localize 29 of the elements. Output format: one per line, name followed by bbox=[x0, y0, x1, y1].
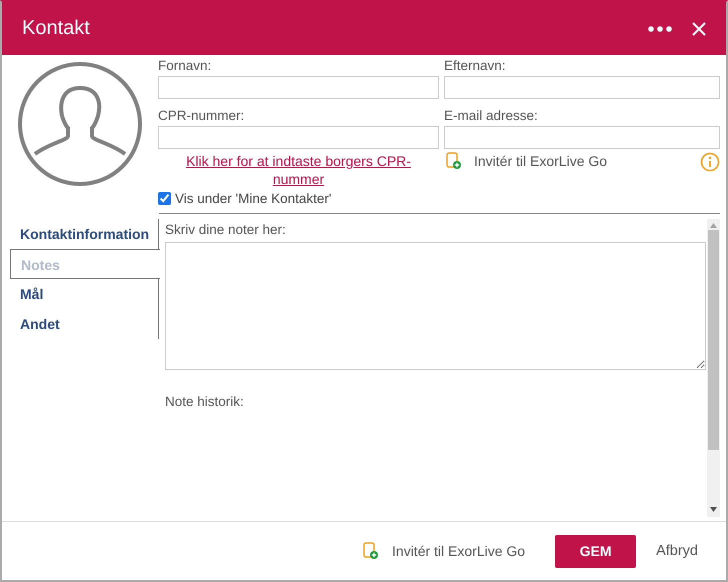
field-label: Fornavn: bbox=[158, 58, 212, 73]
field-label: CPR-nummer: bbox=[158, 108, 246, 123]
input-field[interactable] bbox=[158, 126, 439, 149]
cancel-button[interactable]: Afbryd bbox=[656, 543, 698, 559]
notes-label: Skriv dine noter her: bbox=[165, 222, 287, 237]
tab[interactable]: Mål bbox=[10, 279, 159, 309]
scroll-up-icon[interactable] bbox=[710, 223, 717, 228]
info-icon[interactable] bbox=[700, 152, 720, 172]
input-field[interactable] bbox=[444, 76, 720, 99]
scrollbar[interactable] bbox=[707, 219, 720, 517]
invite-link[interactable]: Invitér til ExorLive Go bbox=[474, 152, 688, 169]
close-icon[interactable] bbox=[692, 22, 706, 36]
checkbox[interactable] bbox=[158, 192, 171, 205]
field-label: E-mail adresse: bbox=[444, 108, 539, 123]
input-field[interactable] bbox=[444, 126, 720, 149]
cpr-link[interactable]: Klik her for at indtaste borgers CPR-nummer bbox=[174, 152, 423, 188]
phone-add-icon bbox=[446, 152, 462, 170]
phone-add-icon bbox=[363, 542, 380, 560]
tab[interactable]: Andet bbox=[10, 309, 159, 339]
save-button[interactable]: GEM bbox=[555, 534, 636, 568]
history-label: Note historik: bbox=[165, 394, 245, 409]
more-icon[interactable] bbox=[648, 26, 672, 32]
avatar-icon bbox=[17, 61, 143, 187]
scroll-down-icon[interactable] bbox=[710, 507, 717, 512]
invite-button[interactable]: Invitér til ExorLive Go bbox=[363, 542, 526, 560]
field-label: Efternavn: bbox=[444, 58, 507, 73]
window-title: Kontakt bbox=[22, 17, 91, 40]
input-field[interactable] bbox=[158, 76, 439, 99]
checkbox-label: Vis under 'Mine Kontakter' bbox=[175, 191, 332, 206]
